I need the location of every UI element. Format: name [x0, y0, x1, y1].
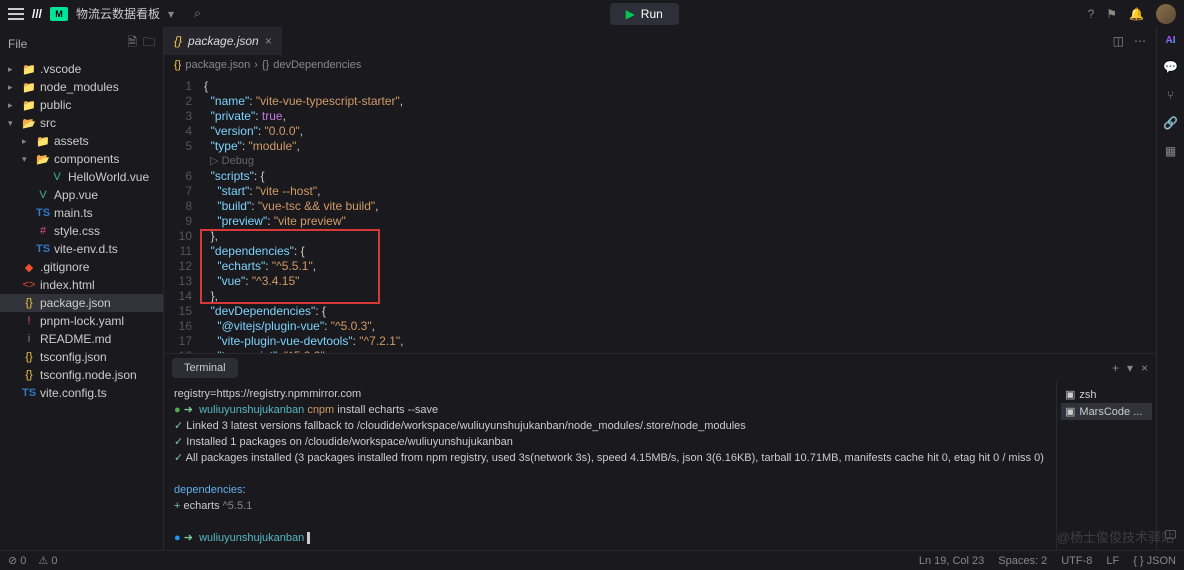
avatar[interactable] [1156, 4, 1176, 24]
menu-icon[interactable] [8, 8, 24, 20]
terminal-output[interactable]: registry=https://registry.npmmirror.com●… [164, 382, 1056, 550]
play-icon: ▶ [626, 7, 635, 21]
tab-package-json[interactable]: {} package.json × [164, 27, 282, 55]
tree-item[interactable]: VHelloWorld.vue [0, 168, 163, 186]
close-terminal-icon[interactable]: × [1141, 361, 1148, 375]
branch-icon[interactable]: ⑂ [1167, 88, 1174, 102]
feedback-icon[interactable]: ⚑ [1106, 7, 1117, 21]
tree-item[interactable]: TSvite.config.ts [0, 384, 163, 402]
json-icon: {} [174, 34, 182, 48]
top-bar: /// M 物流云数据看板 ▾ ⌕ ▶ Run ? ⚑ 🔔 [0, 0, 1184, 27]
file-tree: ▸📁.vscode▸📁node_modules▸📁public▾📂src▸📁as… [0, 60, 163, 550]
editor-tabs: {} package.json × ◫ ⋯ [164, 27, 1156, 55]
tree-item[interactable]: iREADME.md [0, 330, 163, 348]
tree-item[interactable]: ▸📁assets [0, 132, 163, 150]
cursor-position[interactable]: Ln 19, Col 23 [919, 555, 984, 567]
project-title[interactable]: 物流云数据看板 [76, 5, 160, 22]
help-icon[interactable]: ? [1088, 7, 1095, 21]
tree-item[interactable]: TSmain.ts [0, 204, 163, 222]
ai-icon[interactable]: AI [1166, 35, 1176, 46]
errors-count[interactable]: ⊘ 0 [8, 554, 26, 567]
tree-item[interactable]: ▸📁node_modules [0, 78, 163, 96]
shell-icon: ▣ [1065, 388, 1075, 401]
run-button[interactable]: ▶ Run [610, 3, 679, 25]
shell-marscode[interactable]: ▣ MarsCode ... [1061, 403, 1152, 420]
eol[interactable]: LF [1106, 555, 1119, 567]
crumb-key[interactable]: devDependencies [273, 59, 361, 71]
new-file-icon[interactable]: 🗎 [127, 33, 137, 54]
split-editor-icon[interactable]: ◫ [1113, 34, 1124, 48]
tree-item[interactable]: ▸📁.vscode [0, 60, 163, 78]
new-folder-icon[interactable]: 🗀 [143, 33, 155, 54]
explorer-title: File [8, 37, 27, 51]
add-terminal-icon[interactable]: + [1112, 361, 1119, 375]
shell-zsh[interactable]: ▣ zsh [1061, 386, 1152, 403]
tree-item[interactable]: {}tsconfig.node.json [0, 366, 163, 384]
file-explorer: File 🗎 🗀 ▸📁.vscode▸📁node_modules▸📁public… [0, 27, 164, 550]
tree-item[interactable]: #style.css [0, 222, 163, 240]
tree-item[interactable]: ◆.gitignore [0, 258, 163, 276]
chat-icon[interactable]: 💬 [1163, 60, 1178, 74]
tree-item[interactable]: ▸📁public [0, 96, 163, 114]
terminal-dropdown-icon[interactable]: ▾ [1127, 361, 1133, 375]
tab-label: package.json [188, 34, 259, 48]
tree-item[interactable]: <>index.html [0, 276, 163, 294]
watermark: @杨士俊俊技术驿站 [1057, 527, 1174, 546]
crumb-file[interactable]: package.json [185, 59, 250, 71]
marscode-logo-icon: /// [32, 7, 42, 21]
warnings-count[interactable]: ⚠ 0 [38, 554, 57, 567]
terminal-tab[interactable]: Terminal [172, 358, 238, 378]
right-sidebar: AI 💬 ⑂ 🔗 ▦ 🖵 [1156, 27, 1184, 550]
encoding[interactable]: UTF-8 [1061, 555, 1092, 567]
tree-item[interactable]: TSvite-env.d.ts [0, 240, 163, 258]
tree-item[interactable]: ▾📂src [0, 114, 163, 132]
tree-item[interactable]: VApp.vue [0, 186, 163, 204]
dropdown-icon[interactable]: ▾ [168, 7, 174, 21]
link-icon[interactable]: 🔗 [1163, 116, 1178, 130]
terminal-panel: Terminal + ▾ × registry=https://registry… [164, 353, 1156, 550]
breadcrumb[interactable]: {} package.json › {} devDependencies [164, 55, 1156, 75]
apps-icon[interactable]: ▦ [1165, 144, 1176, 158]
search-icon[interactable]: ⌕ [194, 6, 201, 21]
code-editor[interactable]: 12345 67891011121314151617181920212223 {… [164, 75, 1156, 353]
brackets-icon: {} [262, 59, 269, 71]
indentation[interactable]: Spaces: 2 [998, 555, 1047, 567]
tree-item[interactable]: {}package.json [0, 294, 163, 312]
tree-item[interactable]: !pnpm-lock.yaml [0, 312, 163, 330]
json-icon: {} [174, 59, 181, 71]
run-label: Run [641, 7, 663, 21]
tree-item[interactable]: {}tsconfig.json [0, 348, 163, 366]
project-icon: M [50, 7, 68, 21]
more-icon[interactable]: ⋯ [1134, 34, 1146, 48]
shell-label: MarsCode ... [1079, 406, 1142, 418]
tree-item[interactable]: ▾📂components [0, 150, 163, 168]
shell-icon: ▣ [1065, 405, 1075, 418]
shell-label: zsh [1079, 389, 1096, 401]
close-icon[interactable]: × [265, 34, 272, 48]
language-mode[interactable]: { } JSON [1133, 555, 1176, 567]
terminal-shell-list: ▣ zsh ▣ MarsCode ... [1056, 382, 1156, 550]
status-bar: ⊘ 0 ⚠ 0 Ln 19, Col 23 Spaces: 2 UTF-8 LF… [0, 550, 1184, 570]
bell-icon[interactable]: 🔔 [1129, 7, 1144, 21]
